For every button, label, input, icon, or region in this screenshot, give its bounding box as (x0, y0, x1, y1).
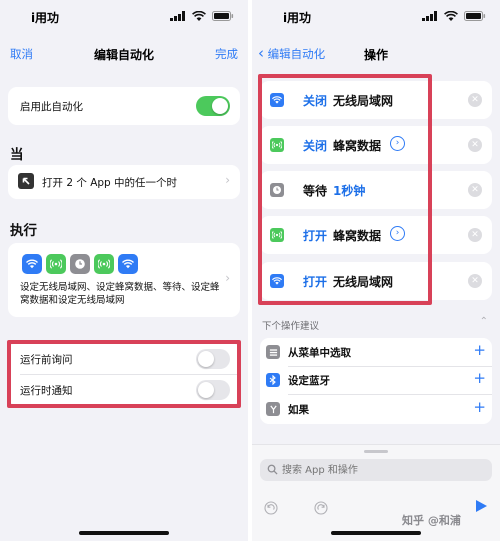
done-button[interactable]: 完成 (215, 46, 238, 62)
suggestion-if[interactable]: 如果 + (260, 397, 492, 421)
suggestion-label: 设定蓝牙 (288, 375, 330, 387)
divider (288, 366, 492, 367)
remove-icon[interactable]: ✕ (468, 138, 482, 152)
page-title: 编辑自动化 (93, 48, 154, 62)
arrow-up-left-icon (18, 173, 34, 189)
remove-icon[interactable]: ✕ (468, 93, 482, 107)
carrier-label: i用功 (282, 11, 312, 25)
watermark: 知乎 @和浦 (402, 514, 461, 527)
undo-icon[interactable] (264, 501, 278, 515)
suggestion-set-bluetooth[interactable]: 设定蓝牙 + (260, 368, 492, 392)
search-icon (267, 464, 278, 475)
cellular-icon (46, 254, 66, 274)
add-icon[interactable]: + (473, 341, 486, 359)
execute-description: 设定无线局域网、设定蜂窝数据、等待、设定蜂窝数据和设定无线局域网 (20, 282, 220, 306)
chevron-right-icon: › (225, 271, 230, 285)
signal-icon (170, 11, 185, 21)
enable-automation-label: 启用此自动化 (20, 101, 83, 113)
divider (288, 394, 492, 395)
toggle-knob (212, 98, 228, 114)
system-icons (422, 11, 486, 21)
suggestion-label: 从菜单中选取 (288, 347, 351, 359)
add-icon[interactable]: + (473, 369, 486, 387)
suggestions-header: 下个操作建议 (262, 321, 320, 332)
highlight-box (7, 340, 241, 408)
when-section-title: 当 (10, 147, 24, 163)
chevron-up-icon[interactable]: ⌃ (480, 316, 488, 327)
suggestion-label: 如果 (288, 404, 309, 416)
sheet-grabber[interactable] (364, 450, 388, 453)
panel-separator (248, 0, 252, 541)
system-icons (170, 11, 234, 21)
execute-actions-row[interactable]: 设定无线局域网、设定蜂窝数据、等待、设定蜂窝数据和设定无线局域网 › (8, 243, 240, 317)
suggestion-choose-from-menu[interactable]: 从菜单中选取 + (260, 340, 492, 364)
wifi-icon (118, 254, 138, 274)
branch-icon (266, 402, 280, 416)
add-icon[interactable]: + (473, 398, 486, 416)
bluetooth-icon (266, 373, 280, 387)
carrier-label: i用功 (30, 11, 60, 25)
enable-automation-toggle[interactable] (196, 96, 230, 116)
remove-icon[interactable]: ✕ (468, 274, 482, 288)
nav-bar: 取消 编辑自动化 完成 (0, 34, 248, 74)
actions-screen: i用功 ‹ 编辑自动化 操作 关闭 无线局域网 ✕ 关闭 蜂窝数据 › ✕ 等待… (252, 0, 500, 541)
highlight-box (258, 74, 432, 305)
remove-icon[interactable]: ✕ (468, 228, 482, 242)
wifi-status-icon (444, 11, 458, 21)
home-indicator (331, 531, 421, 535)
battery-icon (212, 11, 234, 21)
trigger-text: 打开 2 个 App 中的任一个时 (42, 177, 178, 189)
nav-bar: ‹ 编辑自动化 操作 (252, 34, 500, 74)
trigger-row[interactable]: 打开 2 个 App 中的任一个时 › (8, 165, 240, 199)
menu-list-icon (266, 345, 280, 359)
redo-icon[interactable] (314, 501, 328, 515)
enable-automation-row: 启用此自动化 (8, 87, 240, 125)
search-input[interactable] (282, 462, 482, 478)
battery-icon (464, 11, 486, 21)
wifi-icon (22, 254, 42, 274)
home-indicator (79, 531, 169, 535)
cellular-icon (94, 254, 114, 274)
clock-icon (70, 254, 90, 274)
signal-icon (422, 11, 437, 21)
bottom-sheet: 知乎 @和浦 (252, 444, 500, 541)
search-field[interactable] (260, 459, 492, 481)
play-icon[interactable] (475, 499, 488, 513)
execute-section-title: 执行 (10, 223, 37, 239)
wifi-status-icon (192, 11, 206, 21)
remove-icon[interactable]: ✕ (468, 183, 482, 197)
status-bar: i用功 (252, 0, 500, 34)
chevron-right-icon: › (225, 173, 230, 187)
status-bar: i用功 (0, 0, 248, 34)
edit-automation-screen: i用功 取消 编辑自动化 完成 启用此自动化 当 打开 2 个 App 中的任一… (0, 0, 248, 541)
page-title: 操作 (363, 48, 388, 62)
